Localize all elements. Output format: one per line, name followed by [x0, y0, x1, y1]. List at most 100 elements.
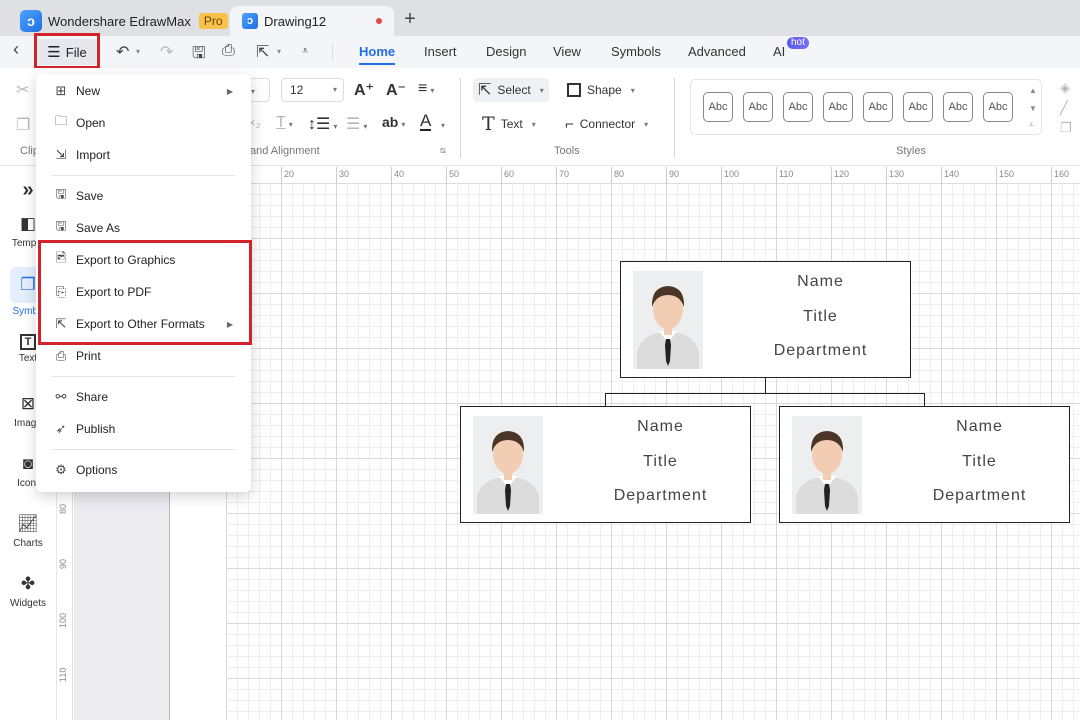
new-tab-button[interactable]: +: [400, 8, 420, 31]
connector-line[interactable]: [765, 377, 766, 393]
redo-icon[interactable]: ↷: [160, 42, 173, 62]
align-icon[interactable]: ≡ ▾: [418, 80, 434, 98]
connector-line[interactable]: [605, 393, 606, 406]
menu-item-save[interactable]: 🖫 Save: [36, 182, 251, 210]
gear-icon: ⚙: [55, 462, 67, 477]
ruler-label: 100: [58, 612, 68, 628]
print-icon[interactable]: ⎙: [222, 42, 235, 60]
menu-item-label: Print: [76, 349, 101, 363]
connector-tool-button[interactable]: ⌐ Connector ▾: [560, 112, 653, 136]
style-swatch[interactable]: Abc: [943, 92, 973, 122]
select-tool-button[interactable]: ⇱ Select ▾: [473, 78, 549, 102]
font-size-select[interactable]: 12 ▾: [281, 78, 344, 102]
node-title: Title: [803, 308, 838, 325]
style-swatch[interactable]: Abc: [783, 92, 813, 122]
undo-icon[interactable]: ↶: [116, 42, 129, 62]
export-icon[interactable]: ⇱: [256, 42, 269, 62]
shadow-icon[interactable]: ❒: [1060, 120, 1072, 136]
fill-icon[interactable]: ◈: [1060, 80, 1070, 96]
bullet-list-icon[interactable]: ☰ ▾: [346, 114, 367, 134]
copy-icon[interactable]: ❐: [16, 115, 30, 135]
menu-item-share[interactable]: ⚯ Share: [36, 383, 251, 411]
styles-expand-icon[interactable]: ⩡: [1029, 120, 1034, 130]
ruler-label: 120: [834, 169, 850, 179]
ruler-tick: [666, 167, 667, 184]
ruler-tick: [281, 167, 282, 184]
style-swatch[interactable]: Abc: [983, 92, 1013, 122]
export-dropdown-icon[interactable]: ▾: [277, 47, 281, 56]
folder-icon: 🗀: [54, 113, 68, 128]
increase-font-icon[interactable]: A⁺: [354, 80, 374, 100]
print-icon: ⎙: [55, 348, 67, 363]
style-swatch[interactable]: Abc: [903, 92, 933, 122]
sidebar-item-charts[interactable]: 📈︎ Charts: [0, 513, 56, 549]
style-swatch[interactable]: Abc: [743, 92, 773, 122]
styles-group-label: Styles: [896, 145, 926, 157]
back-chevron-icon[interactable]: ‹: [13, 39, 19, 60]
style-swatch[interactable]: Abc: [863, 92, 893, 122]
export-options-highlight: [38, 240, 252, 345]
more-dropdown-icon[interactable]: ⩡: [302, 45, 308, 58]
cut-icon[interactable]: ✂: [16, 80, 29, 100]
menu-item-publish[interactable]: ➶ Publish: [36, 415, 251, 443]
org-node-root[interactable]: Name Title Department: [620, 261, 911, 378]
tab-ai[interactable]: AI: [773, 44, 785, 59]
drawing-canvas[interactable]: Name Title Department Name Title Departm…: [226, 184, 1080, 720]
styles-scroll-up-icon[interactable]: ▲: [1029, 86, 1037, 95]
menu-item-save-as[interactable]: 🖫 Save As: [36, 214, 251, 242]
menu-item-options[interactable]: ⚙ Options: [36, 456, 251, 484]
ruler-label: 110: [58, 667, 68, 682]
tools-group-label: Tools: [554, 145, 580, 157]
font-size-value: 12: [290, 83, 304, 97]
font-color-icon[interactable]: A: [420, 112, 432, 131]
line-spacing-icon[interactable]: ↕☰ ▾: [308, 114, 337, 134]
pro-badge[interactable]: Pro: [198, 13, 228, 29]
decrease-font-icon[interactable]: A⁻: [386, 80, 406, 100]
org-node-child[interactable]: Name Title Department: [779, 406, 1070, 523]
font-color-dropdown-icon[interactable]: ▾: [441, 121, 445, 130]
group-expand-icon[interactable]: ⧅: [440, 145, 446, 156]
text-tool-button[interactable]: T Text ▾: [477, 112, 541, 136]
tab-symbols[interactable]: Symbols: [611, 44, 661, 59]
connector-line[interactable]: [924, 393, 925, 406]
sidebar-item-label: Text: [18, 353, 38, 364]
ruler-label: 20: [284, 169, 295, 179]
menu-item-import[interactable]: ⇲ Import: [36, 141, 251, 169]
text-highlight-icon[interactable]: ab ▾: [382, 114, 405, 130]
ruler-tick: [611, 167, 612, 184]
menu-item-new[interactable]: ⊞ New ▶: [36, 77, 251, 105]
sidebar-item-widgets[interactable]: ✤ Widgets: [0, 573, 56, 609]
shape-tool-button[interactable]: Shape ▾: [562, 78, 640, 102]
node-name: Name: [956, 418, 1003, 435]
org-node-child[interactable]: Name Title Department: [460, 406, 751, 523]
menu-item-label: Save As: [76, 221, 121, 235]
widgets-icon: ✤: [20, 574, 36, 593]
line-icon[interactable]: ╱: [1060, 100, 1068, 116]
node-name: Name: [637, 418, 684, 435]
menu-tab-bar: ‹ ☰ File ↶ ▾ ↷ 🖫 ⎙ ⇱ ▾ ⩡ Home Insert Des…: [0, 36, 1080, 68]
ruler-label: 30: [339, 169, 350, 179]
app-home-tab[interactable]: ↄ Wondershare EdrawMax Pro: [20, 6, 228, 36]
ruler-label: 100: [724, 169, 740, 179]
tab-design[interactable]: Design: [486, 44, 526, 59]
text-style-icon[interactable]: T̲ ▾: [276, 114, 293, 132]
style-swatch[interactable]: Abc: [703, 92, 733, 122]
tab-view[interactable]: View: [553, 44, 581, 59]
tab-home[interactable]: Home: [359, 44, 396, 65]
style-swatch[interactable]: Abc: [823, 92, 853, 122]
menu-item-open[interactable]: 🗀 Open: [36, 109, 251, 137]
ruler-tick: [721, 167, 722, 184]
ruler-tick: [996, 167, 997, 184]
document-tab[interactable]: ↄ Drawing12: [230, 6, 394, 36]
text-t-icon: T: [482, 113, 495, 135]
person-avatar-icon: [633, 271, 703, 369]
undo-dropdown-icon[interactable]: ▾: [136, 47, 140, 56]
tab-insert[interactable]: Insert: [424, 44, 457, 59]
save-icon[interactable]: 🖫: [192, 42, 206, 69]
tab-advanced[interactable]: Advanced: [688, 44, 746, 59]
connector-line[interactable]: [605, 393, 924, 394]
styles-scroll-down-icon[interactable]: ▼: [1029, 104, 1037, 113]
new-icon: ⊞: [55, 83, 67, 98]
text-icon: T: [20, 334, 36, 350]
menu-item-print[interactable]: ⎙ Print: [36, 342, 251, 370]
